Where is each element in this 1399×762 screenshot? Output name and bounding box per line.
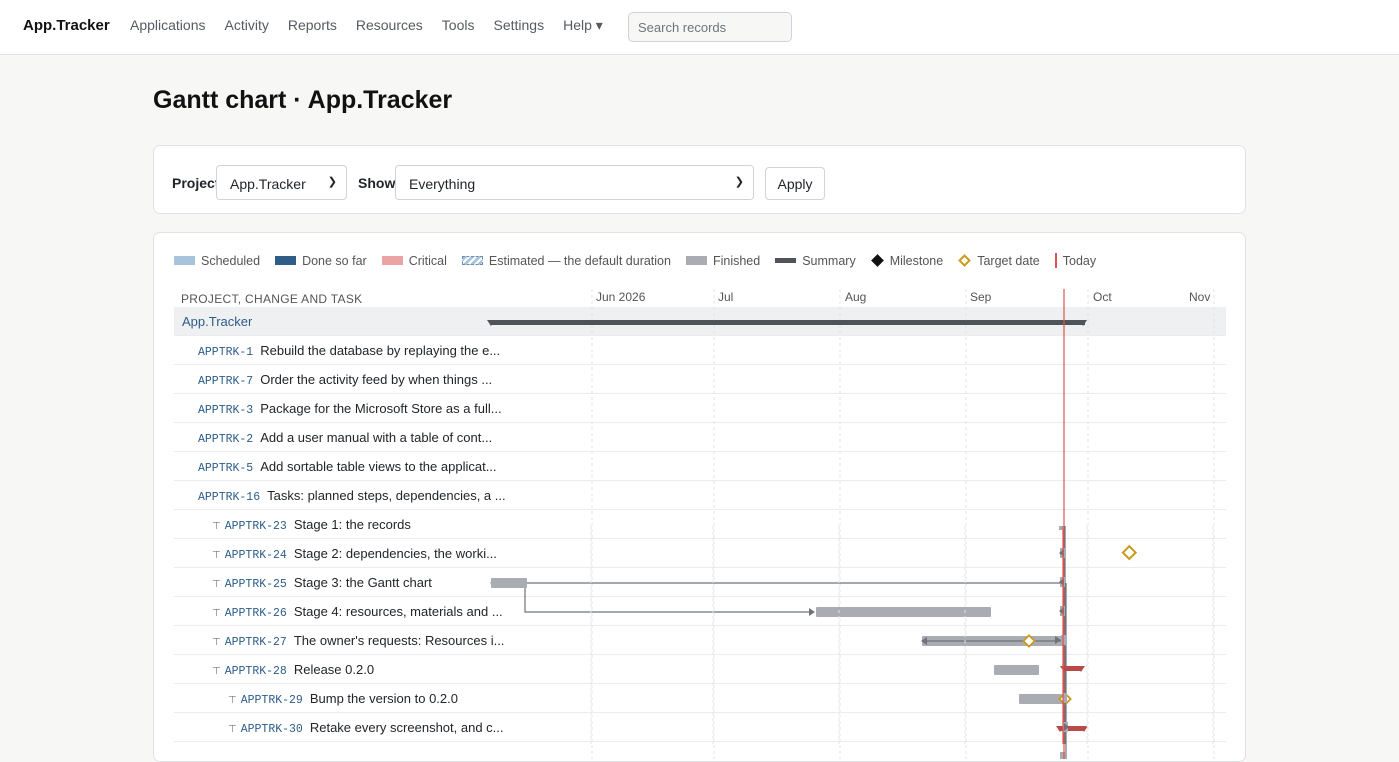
legend-label: Scheduled [201, 253, 261, 268]
nav-tools[interactable]: Tools [442, 17, 475, 34]
month-gridlines [590, 526, 1214, 744]
nav-activity[interactable]: Activity [225, 17, 269, 34]
nav-help-dropdown[interactable]: Help ▾ [563, 17, 603, 34]
legend-estimated: Estimated — the default duration [461, 253, 671, 268]
project-select-value: App.Tracker [230, 176, 306, 192]
page-title: Gantt chart · App.Tracker [153, 86, 453, 114]
show-label: Show [358, 175, 396, 191]
legend-label: Today [1062, 253, 1097, 268]
show-select[interactable]: Everything ❯ [395, 165, 754, 200]
arrowhead-icon [1055, 636, 1061, 644]
top-navbar: App.Tracker Applications Activity Report… [0, 0, 1399, 55]
done-swatch [275, 256, 297, 265]
critical-summary-apptrk-28[interactable] [1060, 666, 1085, 672]
filter-card: Project App.Tracker ❯ Show Everything ❯ … [153, 145, 1246, 214]
chevron-down-icon: ❯ [734, 176, 744, 188]
legend-milestone: Milestone [870, 253, 944, 268]
target-date-icon [958, 254, 972, 267]
project-label: Project [172, 175, 220, 191]
legend-label: Estimated — the default duration [488, 253, 671, 268]
apply-button[interactable]: Apply [765, 167, 825, 200]
legend-label: Milestone [889, 253, 944, 268]
root-summary-bar[interactable] [487, 320, 1087, 326]
legend-label: Critical [408, 253, 447, 268]
nav-settings[interactable]: Settings [493, 17, 544, 34]
brand-logo[interactable]: App.Tracker [23, 17, 110, 34]
legend-finished: Finished [685, 253, 761, 268]
critical-swatch [381, 256, 403, 265]
legend-target: Target date [958, 254, 1040, 268]
today-marker-icon [1054, 253, 1057, 268]
legend-label: Summary [802, 253, 856, 268]
legend-done: Done so far [275, 254, 367, 268]
legend-today: Today [1054, 253, 1097, 268]
legend-label: Finished [712, 253, 761, 268]
main-nav: Applications Activity Reports Resources … [130, 17, 603, 34]
show-select-value: Everything [409, 176, 476, 192]
project-select[interactable]: App.Tracker ❯ [216, 165, 347, 200]
legend-summary: Summary [775, 253, 856, 268]
nav-reports[interactable]: Reports [288, 17, 337, 34]
nav-resources[interactable]: Resources [356, 17, 423, 34]
chevron-down-icon: ❯ [327, 176, 337, 188]
gantt-legend: Scheduled Done so far Critical Estimated… [174, 253, 1111, 268]
legend-label: Done so far [302, 253, 367, 268]
finished-swatch [685, 256, 707, 265]
scheduled-swatch [174, 256, 195, 265]
legend-critical: Critical [381, 253, 447, 268]
search-input[interactable] [628, 12, 792, 42]
nav-applications[interactable]: Applications [130, 17, 206, 34]
gantt-timeline-lower [590, 526, 1214, 744]
estimated-swatch [461, 256, 483, 265]
summary-swatch [775, 258, 797, 263]
legend-label: Target date [977, 253, 1040, 268]
legend-scheduled: Scheduled [174, 254, 260, 268]
milestone-icon [870, 254, 884, 267]
summary-bar[interactable] [490, 320, 1085, 325]
